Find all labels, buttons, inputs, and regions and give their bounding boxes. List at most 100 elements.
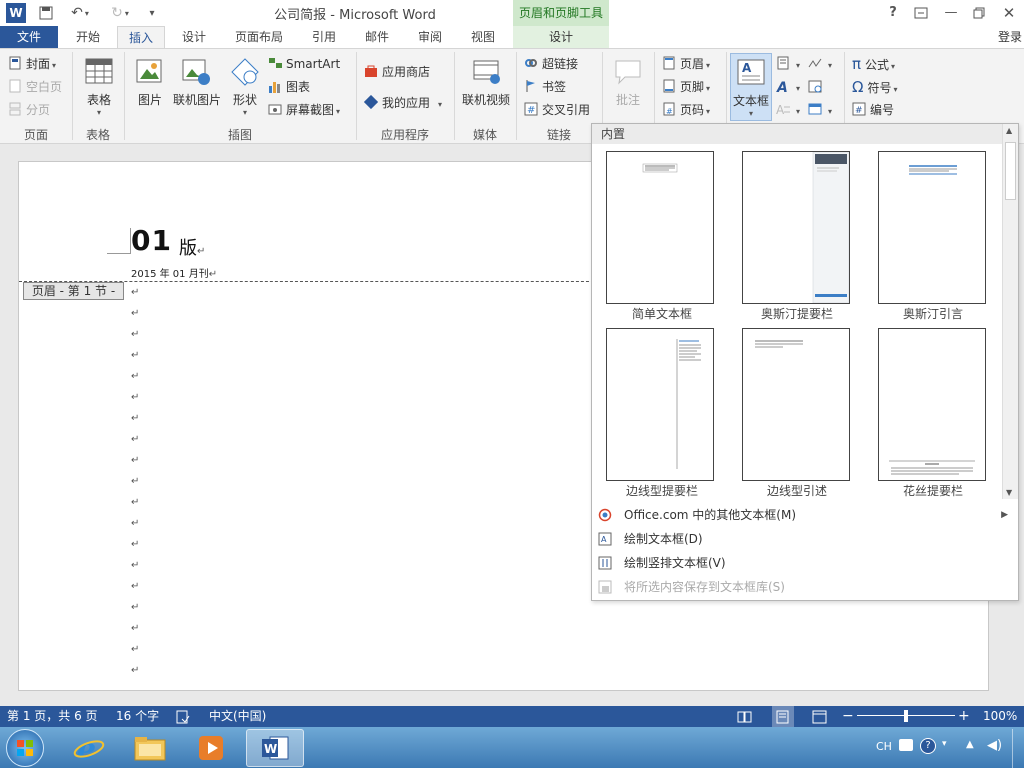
print-layout-icon[interactable]: [772, 706, 794, 727]
draw-vertical-textbox-menu-item[interactable]: 绘制竖排文本框(V): [592, 551, 1018, 575]
ribbon-display-options-icon[interactable]: [908, 3, 934, 23]
taskbar-word[interactable]: W: [246, 729, 304, 767]
word-icon: W: [262, 736, 289, 760]
redo-icon[interactable]: ↻ ▾: [106, 3, 134, 23]
ime-indicator[interactable]: CH: [876, 740, 892, 753]
cross-reference-icon: #: [524, 102, 538, 116]
tab-home[interactable]: 开始: [66, 26, 110, 48]
drop-cap-button[interactable]: A ▾: [776, 99, 800, 121]
header-button[interactable]: 页眉 ▾: [662, 53, 710, 75]
online-picture-button[interactable]: 联机图片: [172, 57, 222, 108]
show-desktop-button[interactable]: [1012, 729, 1024, 768]
textbox-button[interactable]: A 文本框 ▾: [730, 53, 772, 121]
scroll-down-icon[interactable]: ▼: [1006, 488, 1012, 497]
scroll-thumb[interactable]: [1005, 142, 1016, 200]
bookmark-button[interactable]: 书签: [524, 76, 566, 98]
shapes-button[interactable]: 形状 ▾: [228, 57, 262, 117]
zoom-out-icon[interactable]: −: [842, 706, 854, 727]
paragraph-mark: ↵: [131, 560, 140, 571]
group-label-links: 链接: [546, 128, 571, 142]
zoom-slider-thumb[interactable]: [904, 710, 908, 722]
gallery-scrollbar[interactable]: ▲ ▼: [1002, 124, 1018, 499]
help-tray-icon[interactable]: ?: [920, 738, 936, 754]
page-count-status[interactable]: 第 1 页，共 6 页: [7, 706, 98, 727]
chart-button[interactable]: 图表: [268, 76, 310, 98]
word-count-status[interactable]: 16 个字: [116, 706, 159, 727]
comment-button[interactable]: 批注: [608, 57, 648, 108]
more-textboxes-online-menu-item[interactable]: Office.com 中的其他文本框(M) ▶: [592, 503, 1018, 527]
number-button[interactable]: # 编号: [852, 99, 894, 121]
online-video-button[interactable]: 联机视频: [458, 57, 514, 108]
tab-view[interactable]: 视图: [461, 26, 505, 48]
save-selection-to-gallery-menu-item[interactable]: 将所选内容保存到文本框库(S): [592, 575, 1018, 599]
signature-line-button[interactable]: ▾: [808, 53, 832, 75]
app-store-button[interactable]: 应用商店: [364, 61, 430, 83]
issue-date[interactable]: 2015 年 01 月刊↵: [131, 265, 217, 280]
web-layout-icon[interactable]: [812, 706, 830, 727]
read-mode-icon[interactable]: [737, 706, 755, 727]
tab-mailings[interactable]: 邮件: [355, 26, 399, 48]
tab-insert[interactable]: 插入: [117, 26, 165, 49]
start-button[interactable]: [6, 729, 44, 767]
object-button[interactable]: ▾: [808, 99, 832, 121]
issue-suffix[interactable]: 版↵: [179, 234, 205, 260]
tab-page-layout[interactable]: 页面布局: [228, 26, 290, 48]
issue-number[interactable]: 01: [131, 224, 172, 257]
my-apps-button[interactable]: 我的应用 ▾: [364, 92, 442, 114]
cover-page-button[interactable]: 封面 ▾: [8, 53, 56, 75]
quick-parts-button[interactable]: ▾: [776, 53, 800, 75]
volume-icon[interactable]: ◀): [987, 738, 1002, 753]
textbox-template-austin-quote[interactable]: [878, 151, 986, 304]
tab-file[interactable]: 文件: [0, 26, 58, 48]
textbox-template-filigree-sidebar[interactable]: [878, 328, 986, 481]
screenshot-button[interactable]: 屏幕截图 ▾: [268, 99, 340, 121]
proofing-icon[interactable]: [176, 706, 194, 727]
keyboard-icon[interactable]: [899, 739, 913, 751]
page-break-button[interactable]: 分页: [8, 99, 50, 121]
show-hidden-icons[interactable]: ▲: [966, 739, 974, 750]
undo-icon[interactable]: ↶ ▾: [66, 3, 94, 23]
tab-design[interactable]: 设计: [172, 26, 216, 48]
tab-review[interactable]: 审阅: [408, 26, 452, 48]
taskbar-internet-explorer[interactable]: e: [60, 729, 118, 767]
smartart-button[interactable]: SmartArt: [268, 53, 340, 75]
zoom-in-icon[interactable]: +: [958, 706, 970, 727]
date-time-button[interactable]: [808, 76, 826, 98]
page-number-button[interactable]: # 页码 ▾: [662, 99, 710, 121]
help-button[interactable]: ?: [880, 3, 906, 23]
save-icon[interactable]: [36, 3, 56, 23]
sign-in-link[interactable]: 登录: [998, 26, 1022, 48]
hyperlink-button[interactable]: 超链接: [524, 53, 578, 75]
table-button[interactable]: 表格 ▾: [78, 57, 120, 117]
close-icon[interactable]: ✕: [996, 3, 1022, 23]
word-app-icon[interactable]: W: [6, 3, 26, 23]
wordart-button[interactable]: A ▾: [776, 76, 800, 98]
picture-button[interactable]: 图片: [132, 57, 168, 108]
symbol-button[interactable]: Ω 符号 ▾: [852, 76, 898, 98]
template-label: 边线型引述: [766, 484, 827, 498]
scroll-up-icon[interactable]: ▲: [1006, 126, 1012, 135]
my-apps-icon: [364, 95, 378, 109]
equation-button[interactable]: π 公式 ▾: [852, 53, 895, 75]
footer-button[interactable]: 页脚 ▾: [662, 76, 710, 98]
taskbar-file-explorer[interactable]: [121, 729, 179, 767]
taskbar-media-player[interactable]: [182, 729, 240, 767]
language-status[interactable]: 中文(中国): [209, 706, 266, 727]
textbox-template-sideline-sidebar[interactable]: [606, 328, 714, 481]
zoom-level[interactable]: 100%: [983, 706, 1017, 727]
template-label: 简单文本框: [631, 307, 692, 321]
cross-reference-button[interactable]: # 交叉引用: [524, 99, 590, 121]
minimize-icon[interactable]: —: [938, 3, 964, 23]
online-video-icon: [473, 60, 500, 84]
draw-textbox-menu-item[interactable]: A 绘制文本框(D): [592, 527, 1018, 551]
tray-options-icon[interactable]: ▾: [942, 739, 947, 749]
blank-page-button[interactable]: 空白页: [8, 76, 62, 98]
textbox-template-sideline-quote[interactable]: [742, 328, 850, 481]
tab-references[interactable]: 引用: [302, 26, 346, 48]
customize-qat-icon[interactable]: ▾: [142, 3, 162, 23]
restore-icon[interactable]: [966, 3, 992, 23]
textbox-template-simple[interactable]: [606, 151, 714, 304]
textbox-template-austin-sidebar[interactable]: [742, 151, 850, 304]
tab-header-footer-design[interactable]: 设计: [513, 26, 609, 48]
internet-explorer-icon: e: [73, 732, 105, 764]
